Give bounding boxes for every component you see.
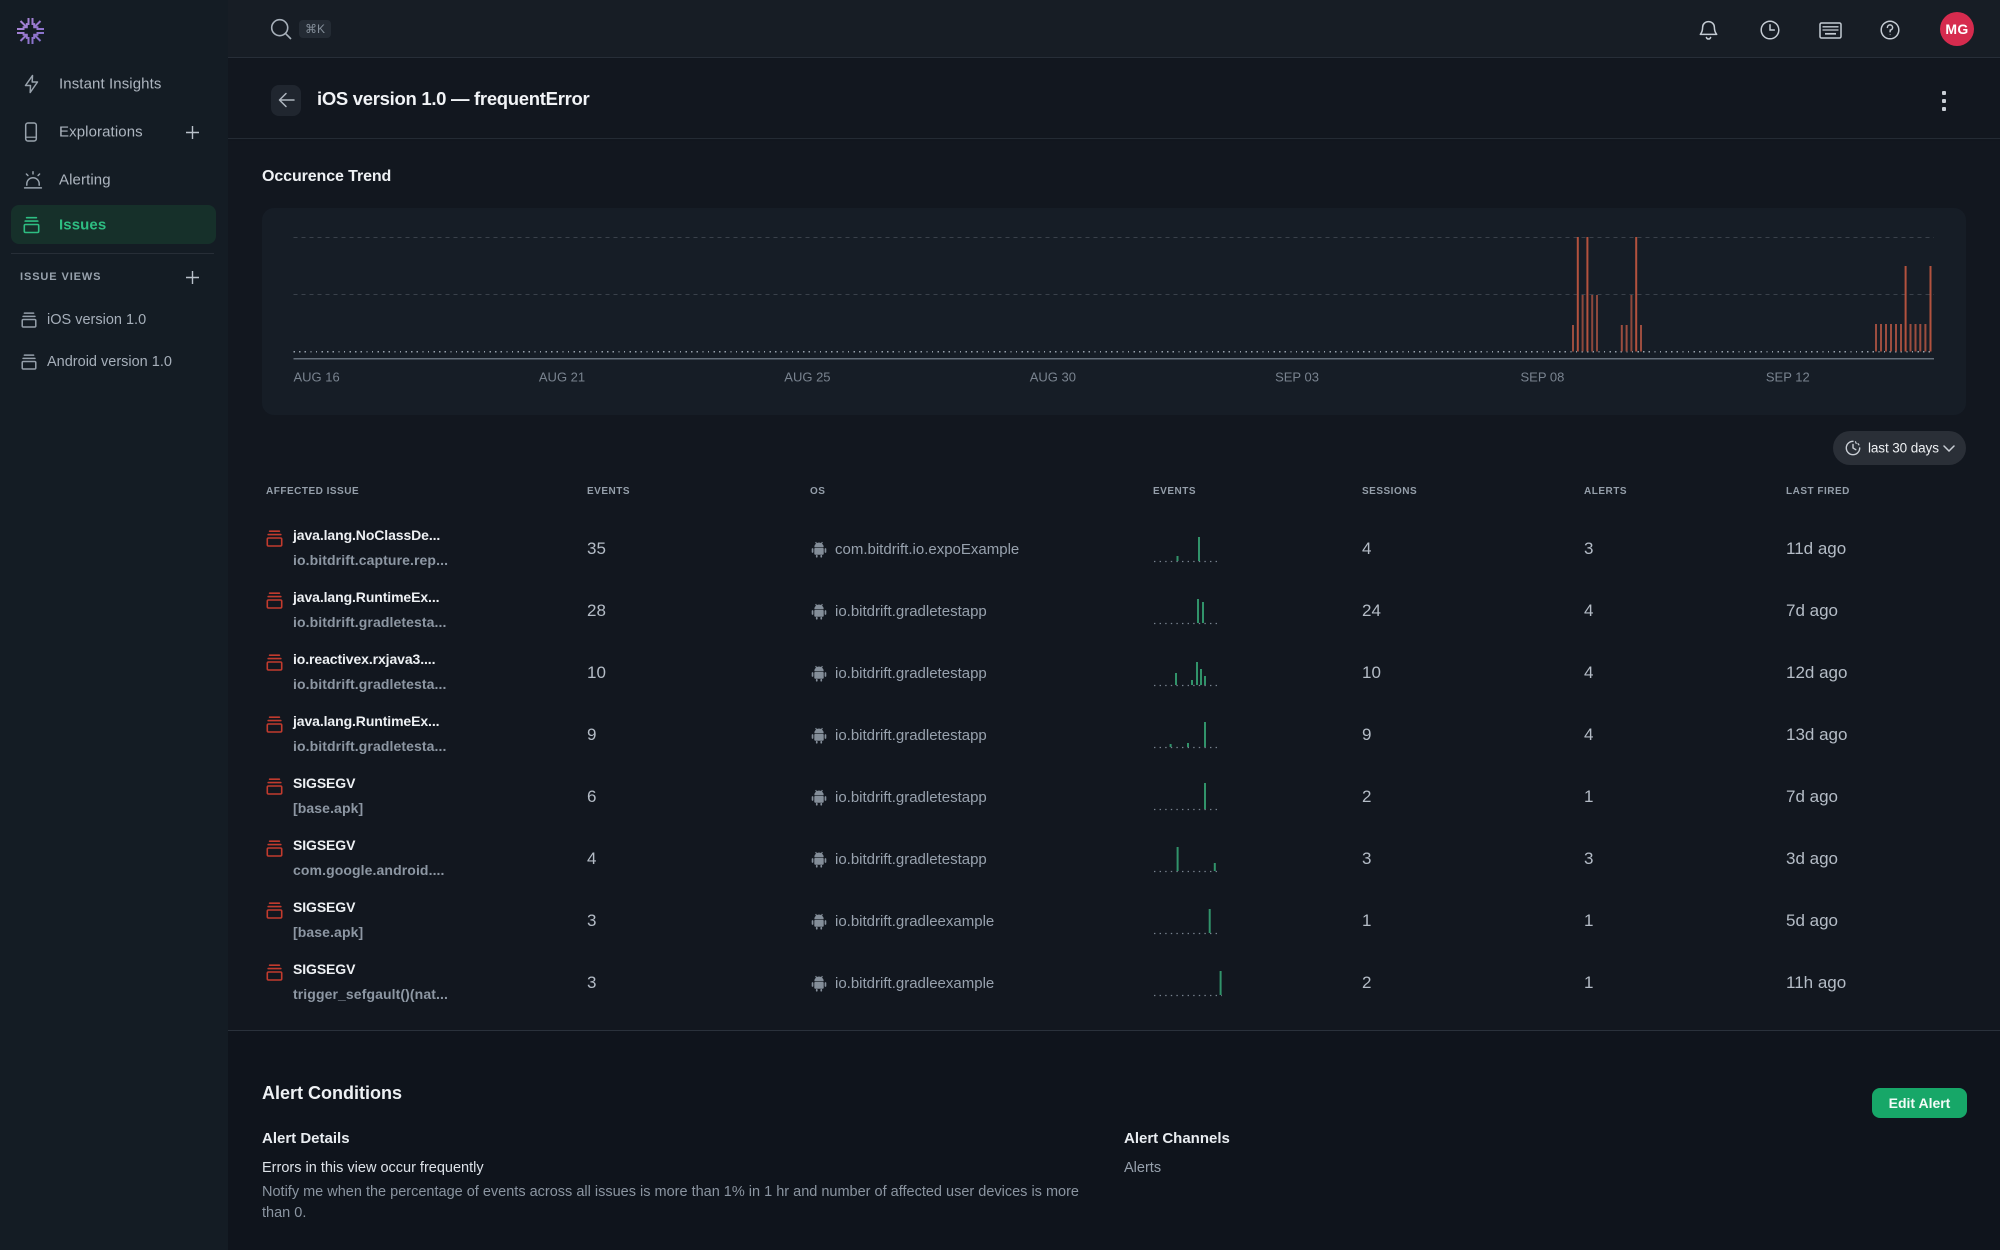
svg-text:SEP 08: SEP 08 [1521, 370, 1565, 385]
svg-text:SEP 03: SEP 03 [1275, 370, 1319, 385]
svg-text:AUG 30: AUG 30 [1030, 370, 1076, 385]
svg-text:AUG 25: AUG 25 [784, 370, 830, 385]
svg-text:AUG 21: AUG 21 [539, 370, 585, 385]
svg-text:SEP 12: SEP 12 [1766, 370, 1810, 385]
svg-text:AUG 16: AUG 16 [294, 370, 340, 385]
